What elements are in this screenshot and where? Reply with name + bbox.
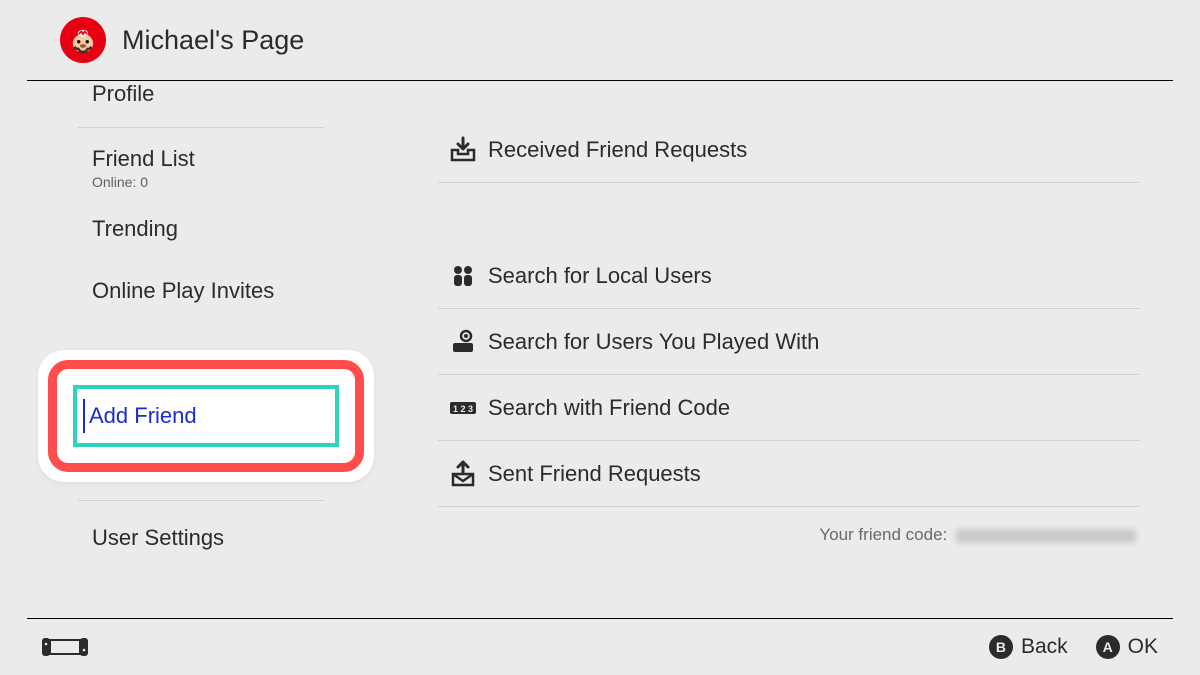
- menu-item-search-local-users[interactable]: Search for Local Users: [438, 243, 1140, 309]
- menu-item-label: Sent Friend Requests: [488, 461, 1140, 487]
- sidebar-item-label: User Settings: [92, 525, 224, 550]
- sidebar-item-label: Add Friend: [89, 403, 197, 428]
- sidebar-item-online-play-invites[interactable]: Online Play Invites: [0, 262, 392, 320]
- friend-list-online-count: Online: 0: [92, 174, 392, 190]
- inbox-download-icon: [438, 135, 488, 165]
- sidebar-divider: [78, 127, 324, 128]
- footer-button-label: OK: [1128, 635, 1158, 659]
- menu-item-search-with-friend-code[interactable]: 1 2 3 Search with Friend Code: [438, 375, 1140, 441]
- sidebar-item-user-settings[interactable]: User Settings: [0, 507, 392, 569]
- spacer: [438, 183, 1140, 243]
- user-played-with-icon: [438, 327, 488, 357]
- footer: B Back A OK: [0, 619, 1200, 675]
- menu-item-label: Received Friend Requests: [488, 137, 1140, 163]
- b-button-icon: B: [989, 635, 1013, 659]
- sidebar-item-trending[interactable]: Trending: [0, 196, 392, 262]
- friend-code-label: Your friend code:: [819, 525, 952, 544]
- main-panel: Received Friend Requests Search for Loca…: [438, 81, 1140, 615]
- text-caret: [83, 399, 85, 433]
- sidebar-item-add-friend-highlight: Add Friend: [0, 350, 392, 482]
- menu-item-label: Search for Local Users: [488, 263, 1140, 289]
- a-button-icon: A: [1096, 635, 1120, 659]
- footer-button-label: Back: [1021, 635, 1068, 659]
- two-users-icon: [438, 261, 488, 291]
- sidebar-item-label: Online Play Invites: [92, 278, 274, 303]
- page-title: Michael's Page: [122, 25, 304, 56]
- inbox-upload-icon: [438, 459, 488, 489]
- sidebar-divider: [78, 500, 324, 501]
- sidebar-item-label: Profile: [92, 81, 154, 106]
- user-avatar[interactable]: [60, 17, 106, 63]
- controller-icon: [42, 636, 88, 658]
- friend-code-value-redacted: [956, 529, 1136, 543]
- header: Michael's Page: [0, 0, 1200, 80]
- menu-item-received-friend-requests[interactable]: Received Friend Requests: [438, 117, 1140, 183]
- svg-text:1 2 3: 1 2 3: [453, 404, 473, 414]
- sidebar-item-label: Friend List: [92, 146, 195, 171]
- footer-back-button[interactable]: B Back: [989, 635, 1068, 659]
- sidebar-item-friend-list[interactable]: Friend List Online: 0: [0, 134, 392, 196]
- menu-item-label: Search with Friend Code: [488, 395, 1140, 421]
- numbers-123-icon: 1 2 3: [438, 393, 488, 423]
- friend-code-display: Your friend code:: [438, 525, 1140, 545]
- mario-avatar-icon: [66, 23, 100, 57]
- sidebar-item-profile[interactable]: Profile: [0, 81, 392, 121]
- sidebar-item-label: Trending: [92, 216, 178, 241]
- sidebar: Profile Friend List Online: 0 Trending O…: [0, 81, 392, 615]
- menu-item-sent-friend-requests[interactable]: Sent Friend Requests: [438, 441, 1140, 507]
- menu-item-label: Search for Users You Played With: [488, 329, 1140, 355]
- footer-ok-button[interactable]: A OK: [1096, 635, 1158, 659]
- menu-item-search-users-played-with[interactable]: Search for Users You Played With: [438, 309, 1140, 375]
- sidebar-item-add-friend[interactable]: Add Friend: [73, 385, 339, 447]
